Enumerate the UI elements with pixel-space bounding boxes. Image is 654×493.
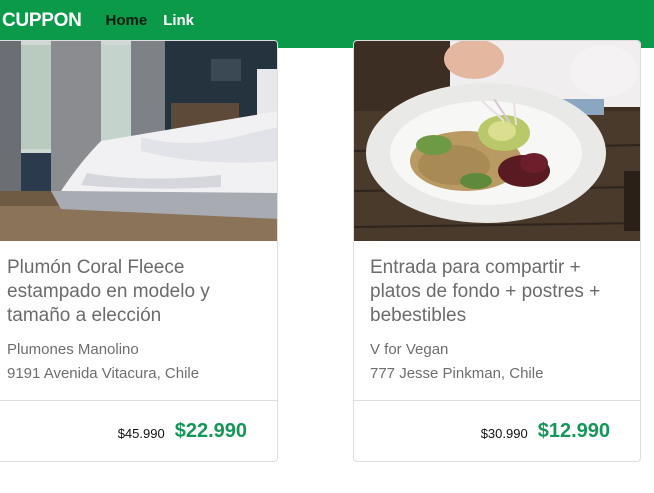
deal-image[interactable] — [0, 41, 277, 241]
price-footer: $30.990 $12.990 — [354, 400, 640, 461]
merchant-address: 777 Jesse Pinkman, Chile — [370, 365, 544, 382]
price-footer: $45.990 $22.990 — [0, 400, 277, 461]
discounted-price: $12.990 — [537, 419, 610, 442]
nav-link-link[interactable]: Link — [163, 12, 194, 29]
deal-title[interactable]: Entrada para compartir + platos de fondo… — [370, 256, 632, 328]
deal-card[interactable]: Plumón Coral Fleece estampado en modelo … — [0, 40, 278, 462]
deal-details: Entrada para compartir + platos de fondo… — [370, 256, 632, 386]
deal-card[interactable]: Entrada para compartir + platos de fondo… — [353, 40, 641, 462]
discounted-price: $22.990 — [174, 419, 247, 442]
merchant-name: V for Vegan — [370, 341, 449, 358]
bedroom-bed-photo — [0, 41, 277, 241]
deal-image[interactable] — [354, 41, 640, 241]
vegan-salad-plate-photo — [354, 41, 640, 241]
original-price: $45.990 — [117, 425, 165, 441]
nav-link-home[interactable]: Home — [106, 12, 148, 29]
deal-details: Plumón Coral Fleece estampado en modelo … — [7, 256, 269, 386]
brand-logo[interactable]: CUPPON — [2, 10, 82, 32]
merchant-address: 9191 Avenida Vitacura, Chile — [7, 365, 200, 382]
original-price: $30.990 — [480, 425, 528, 441]
deal-title[interactable]: Plumón Coral Fleece estampado en modelo … — [7, 256, 269, 328]
merchant-name: Plumones Manolino — [7, 341, 139, 358]
